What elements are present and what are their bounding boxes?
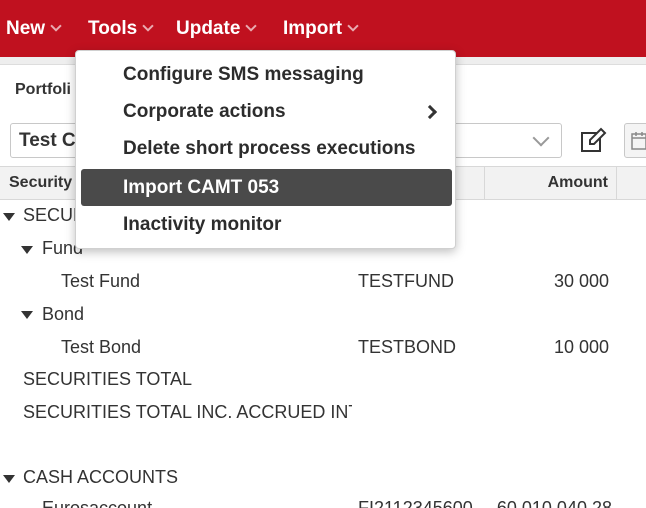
portfolio-label: Portfoli [15, 81, 71, 98]
menu-item-label: Inactivity monitor [123, 214, 282, 235]
table-row-code: FI2112345600 [358, 498, 473, 508]
nav-update[interactable]: Update [176, 0, 258, 57]
calendar-button[interactable] [624, 123, 646, 158]
expand-triangle-icon[interactable] [21, 246, 33, 254]
chevron-down-icon [142, 20, 154, 32]
nav-import-label: Import [283, 17, 343, 39]
table-row-name: Eurosaccount [42, 498, 153, 508]
chevron-down-icon [347, 20, 359, 32]
table-row-name: Test Bond [61, 337, 142, 357]
nav-tools[interactable]: Tools [88, 0, 154, 57]
column-divider [616, 167, 617, 199]
menu-item-configure-sms[interactable]: Configure SMS messaging [81, 57, 452, 93]
menu-item-label: Delete short process executions [123, 138, 416, 159]
edit-icon [581, 127, 607, 152]
column-header-amount[interactable]: Amount [486, 167, 608, 199]
calendar-icon [631, 131, 646, 150]
table-row-name: Test Fund [61, 271, 141, 291]
menu-item-label: Import CAMT 053 [123, 176, 280, 198]
nav-new-label: New [6, 17, 46, 39]
chevron-right-icon [422, 104, 438, 120]
total-row-securities: SECURITIES TOTAL [23, 369, 193, 389]
chevron-down-icon [532, 129, 550, 147]
table-row-amount: 10 000 [553, 337, 609, 357]
table-row-code: TESTFUND [358, 271, 454, 291]
column-header-security[interactable]: Security [9, 167, 72, 199]
menu-item-corporate-actions[interactable]: Corporate actions [81, 94, 452, 130]
expand-triangle-icon[interactable] [3, 475, 15, 483]
total-row-securities-accrued: SECURITIES TOTAL INC. ACCRUED INT [23, 402, 352, 422]
menu-item-inactivity-monitor[interactable]: Inactivity monitor [81, 207, 452, 243]
menu-item-delete-short-process[interactable]: Delete short process executions [81, 131, 452, 167]
nav-import[interactable]: Import [283, 0, 359, 57]
column-divider [484, 167, 485, 199]
nav-new[interactable]: New [6, 0, 62, 57]
tools-dropdown-menu: Configure SMS messaging Corporate action… [75, 50, 456, 249]
menu-item-label: Corporate actions [123, 101, 286, 122]
table-row-code: TESTBOND [358, 337, 457, 357]
expand-triangle-icon[interactable] [21, 311, 33, 319]
chevron-down-icon [50, 20, 62, 32]
chevron-down-icon [245, 20, 258, 32]
table-row-amount: 30 000 [553, 271, 609, 291]
nav-update-label: Update [176, 17, 241, 39]
top-nav-bar: New Tools Update Import [0, 0, 646, 57]
nav-tools-label: Tools [88, 17, 138, 39]
edit-button[interactable] [576, 123, 610, 158]
expand-triangle-icon[interactable] [3, 213, 15, 221]
group-row-bond: Bond [42, 304, 85, 324]
group-row-cash-accounts: CASH ACCOUNTS [23, 467, 179, 487]
menu-item-label: Configure SMS messaging [123, 64, 364, 85]
table-row-amount: 60 010 040,28 [496, 498, 612, 508]
menu-item-import-camt-053[interactable]: Import CAMT 053 [81, 169, 452, 206]
